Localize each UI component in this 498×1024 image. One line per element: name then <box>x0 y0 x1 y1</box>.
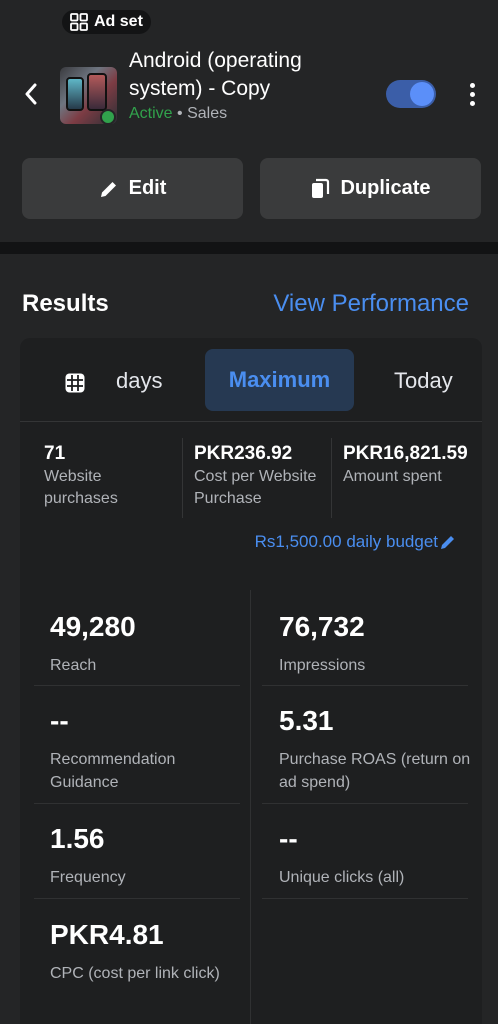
calendar-grid-icon[interactable] <box>64 372 86 394</box>
metric-value: 76,732 <box>279 611 365 642</box>
summary-label: Website purchases <box>44 468 118 507</box>
metric-label: Unique clicks (all) <box>279 869 405 886</box>
tab-days[interactable]: days <box>116 368 162 394</box>
ad-set-toggle[interactable] <box>386 80 436 108</box>
date-range-tabs: days Maximum Today <box>20 338 482 422</box>
metric-label: Reach <box>50 657 97 674</box>
back-button[interactable] <box>18 80 44 108</box>
metric-impressions: 76,732 Impressions <box>279 610 474 677</box>
metric-reach: 49,280 Reach <box>50 610 240 677</box>
tab-maximum[interactable]: Maximum <box>205 349 354 411</box>
metric-value: -- <box>50 705 69 736</box>
pencil-icon <box>441 536 454 549</box>
ad-set-badge-label: Ad set <box>94 13 143 30</box>
ad-set-badge: Ad set <box>62 10 151 34</box>
metric-purchase-roas: 5.31 Purchase ROAS (return on ad spend) <box>279 704 474 794</box>
status-label: Active <box>129 105 173 122</box>
ad-set-subline: Active • Sales <box>129 104 227 124</box>
summary-label: Amount spent <box>343 468 442 485</box>
row-divider <box>262 898 468 899</box>
objective-label: Sales <box>187 105 228 122</box>
more-dot-icon <box>469 82 475 88</box>
summary-value: PKR236.92 <box>194 443 293 464</box>
results-section: Results View Performance days Maximum To… <box>0 254 498 1024</box>
ad-set-header: Ad set Android (operating system) - Copy… <box>0 0 498 242</box>
metric-value: 49,280 <box>50 611 136 642</box>
summary-separator <box>331 438 332 518</box>
metrics-grid-divider <box>250 590 251 1024</box>
metric-label: Recommendation Guidance <box>50 751 176 791</box>
ad-set-title: Android (operating system) - Copy <box>129 49 302 100</box>
active-status-dot <box>100 109 116 125</box>
ad-set-icon <box>70 13 88 31</box>
chevron-left-icon <box>25 83 37 105</box>
metric-value: 5.31 <box>279 705 334 736</box>
duplicate-button-label: Duplicate <box>340 177 431 199</box>
more-dot-icon <box>469 100 475 106</box>
metric-cpc: PKR4.81 CPC (cost per link click) <box>50 918 240 985</box>
metric-label: Purchase ROAS (return on ad spend) <box>279 751 471 791</box>
summary-separator <box>182 438 183 518</box>
daily-budget-link[interactable]: Rs1,500.00 daily budget <box>255 532 456 552</box>
summary-value: PKR16,821.59 <box>343 443 468 464</box>
summary-value: 71 <box>44 443 66 464</box>
view-performance-link[interactable]: View Performance <box>273 290 469 318</box>
daily-budget-label: Rs1,500.00 daily budget <box>254 532 438 551</box>
row-divider <box>262 803 468 804</box>
separator-dot: • <box>177 105 183 122</box>
duplicate-button[interactable]: Duplicate <box>260 158 481 219</box>
toggle-knob <box>410 82 434 106</box>
section-divider <box>0 242 498 254</box>
edit-button[interactable]: Edit <box>22 158 243 219</box>
more-options-button[interactable] <box>462 80 482 108</box>
metric-value: PKR4.81 <box>50 919 164 950</box>
summary-cost-per-purchase: PKR236.92 Cost per Website Purchase <box>194 442 334 510</box>
tab-today[interactable]: Today <box>394 368 453 394</box>
metric-frequency: 1.56 Frequency <box>50 822 240 889</box>
metric-label: CPC (cost per link click) <box>50 965 220 982</box>
metric-value: 1.56 <box>50 823 105 854</box>
metric-value: -- <box>279 823 298 854</box>
row-divider <box>262 685 468 686</box>
row-divider <box>34 803 240 804</box>
duplicate-icon <box>312 178 330 198</box>
summary-amount-spent: PKR16,821.59 Amount spent <box>343 442 479 488</box>
pencil-icon <box>100 181 116 197</box>
results-title: Results <box>22 290 109 317</box>
metric-unique-clicks: -- Unique clicks (all) <box>279 822 474 889</box>
results-card: days Maximum Today 71 Website purchases … <box>20 338 482 1024</box>
metric-label: Impressions <box>279 657 366 674</box>
row-divider <box>34 685 240 686</box>
summary-website-purchases: 71 Website purchases <box>44 442 174 510</box>
more-dot-icon <box>469 91 475 97</box>
metric-recommendation-guidance: -- Recommendation Guidance <box>50 704 240 794</box>
summary-label: Cost per Website Purchase <box>194 468 317 507</box>
row-divider <box>34 898 240 899</box>
edit-button-label: Edit <box>128 177 167 199</box>
metric-label: Frequency <box>50 869 126 886</box>
